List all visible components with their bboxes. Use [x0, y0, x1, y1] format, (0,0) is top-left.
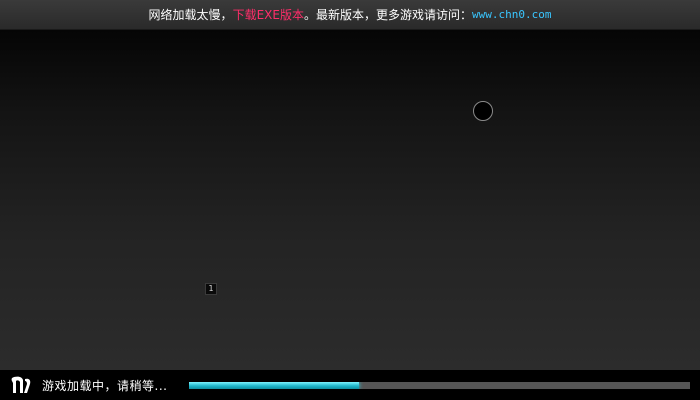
ring-icon: [473, 101, 493, 121]
loading-bar: 游戏加载中，请稍等...: [0, 370, 700, 400]
stage-marker: 1: [205, 283, 217, 295]
site-url-link[interactable]: www.chn0.com: [472, 8, 551, 21]
game-window: 网络加载太慢， 下载EXE版本 。最新版本，更多游戏请访问： www.chn0.…: [0, 0, 700, 400]
notice-lead-text: 网络加载太慢，: [148, 8, 233, 22]
notice-mid-text: 。最新版本，更多游戏请访问：: [303, 8, 472, 22]
notice-bar: 网络加载太慢， 下载EXE版本 。最新版本，更多游戏请访问： www.chn0.…: [0, 0, 700, 30]
loading-progress-fill: [189, 382, 360, 389]
loading-progress-bar: [189, 382, 690, 389]
game-stage[interactable]: 1: [0, 30, 700, 370]
game-logo-icon: [11, 376, 31, 393]
loading-status-text: 游戏加载中，请稍等...: [42, 379, 168, 393]
download-exe-link[interactable]: 下载EXE版本: [233, 6, 304, 23]
